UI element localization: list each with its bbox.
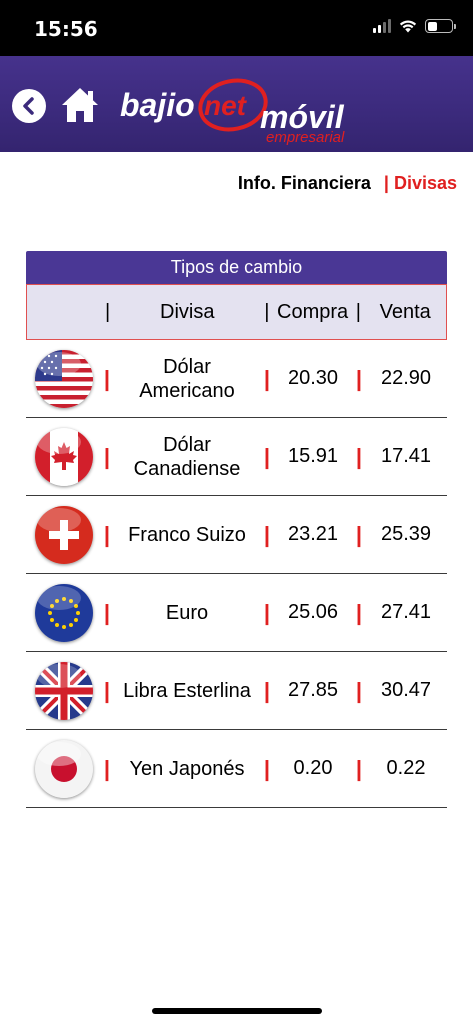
exchange-rates-table: Tipos de cambio | Divisa | Compra | Vent…: [26, 251, 447, 808]
currency-name: Dólar Americano: [139, 355, 235, 402]
header-compra: Compra: [277, 300, 349, 323]
table-body: | Dólar Americano | 20.30 | 22.90 | Dóla…: [26, 340, 447, 808]
column-separator: |: [263, 365, 271, 391]
table-row: | Euro | 25.06 | 27.41: [26, 574, 447, 652]
column-separator: |: [103, 443, 111, 469]
svg-text:net: net: [204, 90, 248, 121]
switzerland-flag-icon: [34, 505, 93, 564]
column-separator: |: [355, 443, 363, 469]
breadcrumb-parent[interactable]: Info. Financiera: [238, 173, 371, 193]
currency-name: Dólar Canadiense: [133, 433, 241, 480]
venta-value: 17.41: [380, 445, 432, 467]
column-separator: |: [355, 677, 363, 703]
eu-flag-icon: [34, 583, 93, 642]
column-separator: |: [103, 365, 111, 391]
column-separator: |: [103, 599, 111, 625]
compra-value: 15.91: [287, 445, 339, 467]
column-separator: |: [355, 599, 363, 625]
compra-value: 23.21: [287, 523, 339, 545]
uk-flag-icon: [34, 661, 93, 720]
svg-text:empresarial: empresarial: [266, 129, 345, 146]
home-button[interactable]: [60, 86, 100, 124]
column-separator: |: [263, 755, 271, 781]
venta-value: 30.47: [380, 679, 432, 701]
japan-flag-icon: [34, 739, 93, 798]
home-indicator[interactable]: [152, 1008, 322, 1014]
column-separator: |: [355, 365, 363, 391]
usa-flag-icon: [34, 349, 93, 408]
column-separator: |: [263, 521, 271, 547]
table-header-row: | Divisa | Compra | Venta: [26, 284, 447, 340]
compra-value: 27.85: [287, 679, 339, 701]
header-venta: Venta: [379, 300, 431, 323]
column-separator: |: [263, 599, 271, 625]
compra-value: 25.06: [287, 601, 339, 623]
status-bar: 15:56: [0, 0, 473, 56]
column-separator: |: [103, 521, 111, 547]
venta-value: 0.22: [386, 757, 426, 779]
header-separator: |: [105, 300, 111, 323]
column-separator: |: [263, 677, 271, 703]
column-separator: |: [263, 443, 271, 469]
column-separator: |: [355, 521, 363, 547]
currency-name: Franco Suizo: [128, 523, 246, 546]
venta-value: 27.41: [380, 601, 432, 623]
back-button[interactable]: [12, 89, 46, 123]
app-header: bajio net móvil empresarial: [0, 56, 473, 152]
compra-value: 20.30: [287, 367, 339, 389]
header-separator: |: [264, 300, 270, 323]
venta-value: 22.90: [380, 367, 432, 389]
column-separator: |: [103, 755, 111, 781]
table-row: | Dólar Canadiense | 15.91 | 17.41: [26, 418, 447, 496]
status-time: 15:56: [34, 17, 98, 41]
wifi-icon: [399, 20, 417, 33]
currency-name: Libra Esterlina: [123, 679, 251, 702]
compra-value: 0.20: [293, 757, 333, 779]
table-row: | Yen Japonés | 0.20 | 0.22: [26, 730, 447, 808]
status-icons: [373, 19, 456, 33]
table-row: | Dólar Americano | 20.30 | 22.90: [26, 340, 447, 418]
breadcrumb-current: Divisas: [393, 173, 457, 193]
column-separator: |: [355, 755, 363, 781]
table-row: | Libra Esterlina | 27.85 | 30.47: [26, 652, 447, 730]
header-divisa: Divisa: [160, 300, 215, 323]
table-title: Tipos de cambio: [26, 251, 447, 284]
canada-flag-icon: [34, 427, 93, 486]
currency-name: Yen Japonés: [129, 757, 245, 780]
header-separator: |: [355, 300, 361, 323]
chevron-left-icon: [23, 97, 34, 115]
breadcrumb-separator: |: [383, 173, 389, 193]
column-separator: |: [103, 677, 111, 703]
venta-value: 25.39: [380, 523, 432, 545]
cellular-signal-icon: [373, 19, 391, 33]
bajionet-logo: bajio net móvil empresarial: [120, 78, 345, 146]
table-row: | Franco Suizo | 23.21 | 25.39: [26, 496, 447, 574]
currency-name: Euro: [165, 601, 209, 624]
breadcrumb: Info. Financiera | Divisas: [238, 173, 457, 194]
battery-icon: [425, 19, 456, 33]
svg-text:bajio: bajio: [120, 87, 195, 123]
